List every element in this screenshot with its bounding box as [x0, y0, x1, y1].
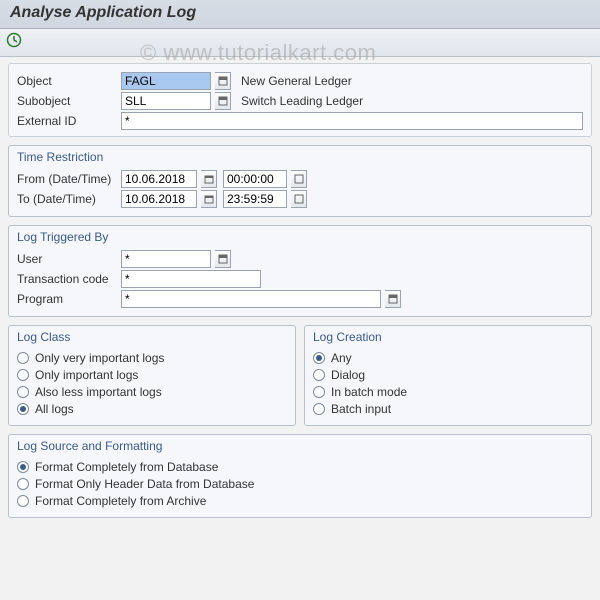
tcode-input[interactable]: [121, 270, 261, 288]
toolbar: [0, 29, 600, 57]
from-date-input[interactable]: [121, 170, 197, 188]
log-creation-option[interactable]: Dialog: [313, 368, 583, 382]
subobject-f4-icon[interactable]: [215, 92, 231, 110]
log-class-option[interactable]: Only important logs: [17, 368, 287, 382]
radio-icon: [17, 461, 29, 473]
radio-icon: [313, 386, 325, 398]
radio-icon: [313, 403, 325, 415]
extid-label: External ID: [17, 114, 117, 128]
from-date-f4-icon[interactable]: [201, 170, 217, 188]
log-creation-option[interactable]: In batch mode: [313, 385, 583, 399]
log-creation-option-label: Dialog: [331, 368, 365, 382]
log-class-option[interactable]: All logs: [17, 402, 287, 416]
radio-icon: [313, 352, 325, 364]
tcode-label: Transaction code: [17, 272, 117, 286]
group-title: Log Source and Formatting: [9, 435, 591, 455]
log-creation-option-label: In batch mode: [331, 385, 407, 399]
log-source-group: Log Source and Formatting Format Complet…: [8, 434, 592, 518]
log-source-option-label: Format Only Header Data from Database: [35, 477, 254, 491]
radio-icon: [17, 386, 29, 398]
radio-icon: [313, 369, 325, 381]
to-time-f4-icon[interactable]: [291, 190, 307, 208]
log-creation-option-label: Any: [331, 351, 352, 365]
log-source-option[interactable]: Format Only Header Data from Database: [17, 477, 583, 491]
user-f4-icon[interactable]: [215, 250, 231, 268]
selection-block: Object New General Ledger Subobject Swit…: [8, 63, 592, 137]
group-title: Log Class: [9, 326, 295, 346]
extid-input[interactable]: [121, 112, 583, 130]
user-input[interactable]: [121, 250, 211, 268]
object-input[interactable]: [121, 72, 211, 90]
log-source-option-label: Format Completely from Database: [35, 460, 218, 474]
to-date-input[interactable]: [121, 190, 197, 208]
subobject-input[interactable]: [121, 92, 211, 110]
object-desc: New General Ledger: [241, 74, 352, 88]
program-f4-icon[interactable]: [385, 290, 401, 308]
log-creation-option[interactable]: Batch input: [313, 402, 583, 416]
execute-icon[interactable]: [6, 32, 22, 53]
user-label: User: [17, 252, 117, 266]
log-creation-group: Log Creation Any Dialog In batch mode Batch…: [304, 325, 592, 426]
log-source-option-label: Format Completely from Archive: [35, 494, 206, 508]
time-restriction-group: Time Restriction From (Date/Time) To (Da…: [8, 145, 592, 217]
log-source-option[interactable]: Format Completely from Archive: [17, 494, 583, 508]
subobject-desc: Switch Leading Ledger: [241, 94, 363, 108]
log-class-option-label: Also less important logs: [35, 385, 162, 399]
radio-icon: [17, 369, 29, 381]
from-time-f4-icon[interactable]: [291, 170, 307, 188]
group-title: Log Creation: [305, 326, 591, 346]
to-date-f4-icon[interactable]: [201, 190, 217, 208]
program-input[interactable]: [121, 290, 381, 308]
log-source-option[interactable]: Format Completely from Database: [17, 460, 583, 474]
log-creation-option-label: Batch input: [331, 402, 391, 416]
log-class-option[interactable]: Also less important logs: [17, 385, 287, 399]
subobject-label: Subobject: [17, 94, 117, 108]
radio-icon: [17, 495, 29, 507]
page-title: Analyse Application Log: [0, 0, 600, 29]
from-time-input[interactable]: [223, 170, 287, 188]
log-class-option-label: Only important logs: [35, 368, 138, 382]
from-label: From (Date/Time): [17, 172, 117, 186]
log-class-option-label: All logs: [35, 402, 74, 416]
to-time-input[interactable]: [223, 190, 287, 208]
radio-icon: [17, 403, 29, 415]
radio-icon: [17, 352, 29, 364]
log-triggered-group: Log Triggered By User Transaction code P…: [8, 225, 592, 317]
group-title: Time Restriction: [9, 146, 591, 166]
log-class-group: Log Class Only very important logs Only i…: [8, 325, 296, 426]
to-label: To (Date/Time): [17, 192, 117, 206]
radio-icon: [17, 478, 29, 490]
object-label: Object: [17, 74, 117, 88]
log-class-option-label: Only very important logs: [35, 351, 164, 365]
log-class-option[interactable]: Only very important logs: [17, 351, 287, 365]
program-label: Program: [17, 292, 117, 306]
log-creation-option[interactable]: Any: [313, 351, 583, 365]
object-f4-icon[interactable]: [215, 72, 231, 90]
group-title: Log Triggered By: [9, 226, 591, 246]
